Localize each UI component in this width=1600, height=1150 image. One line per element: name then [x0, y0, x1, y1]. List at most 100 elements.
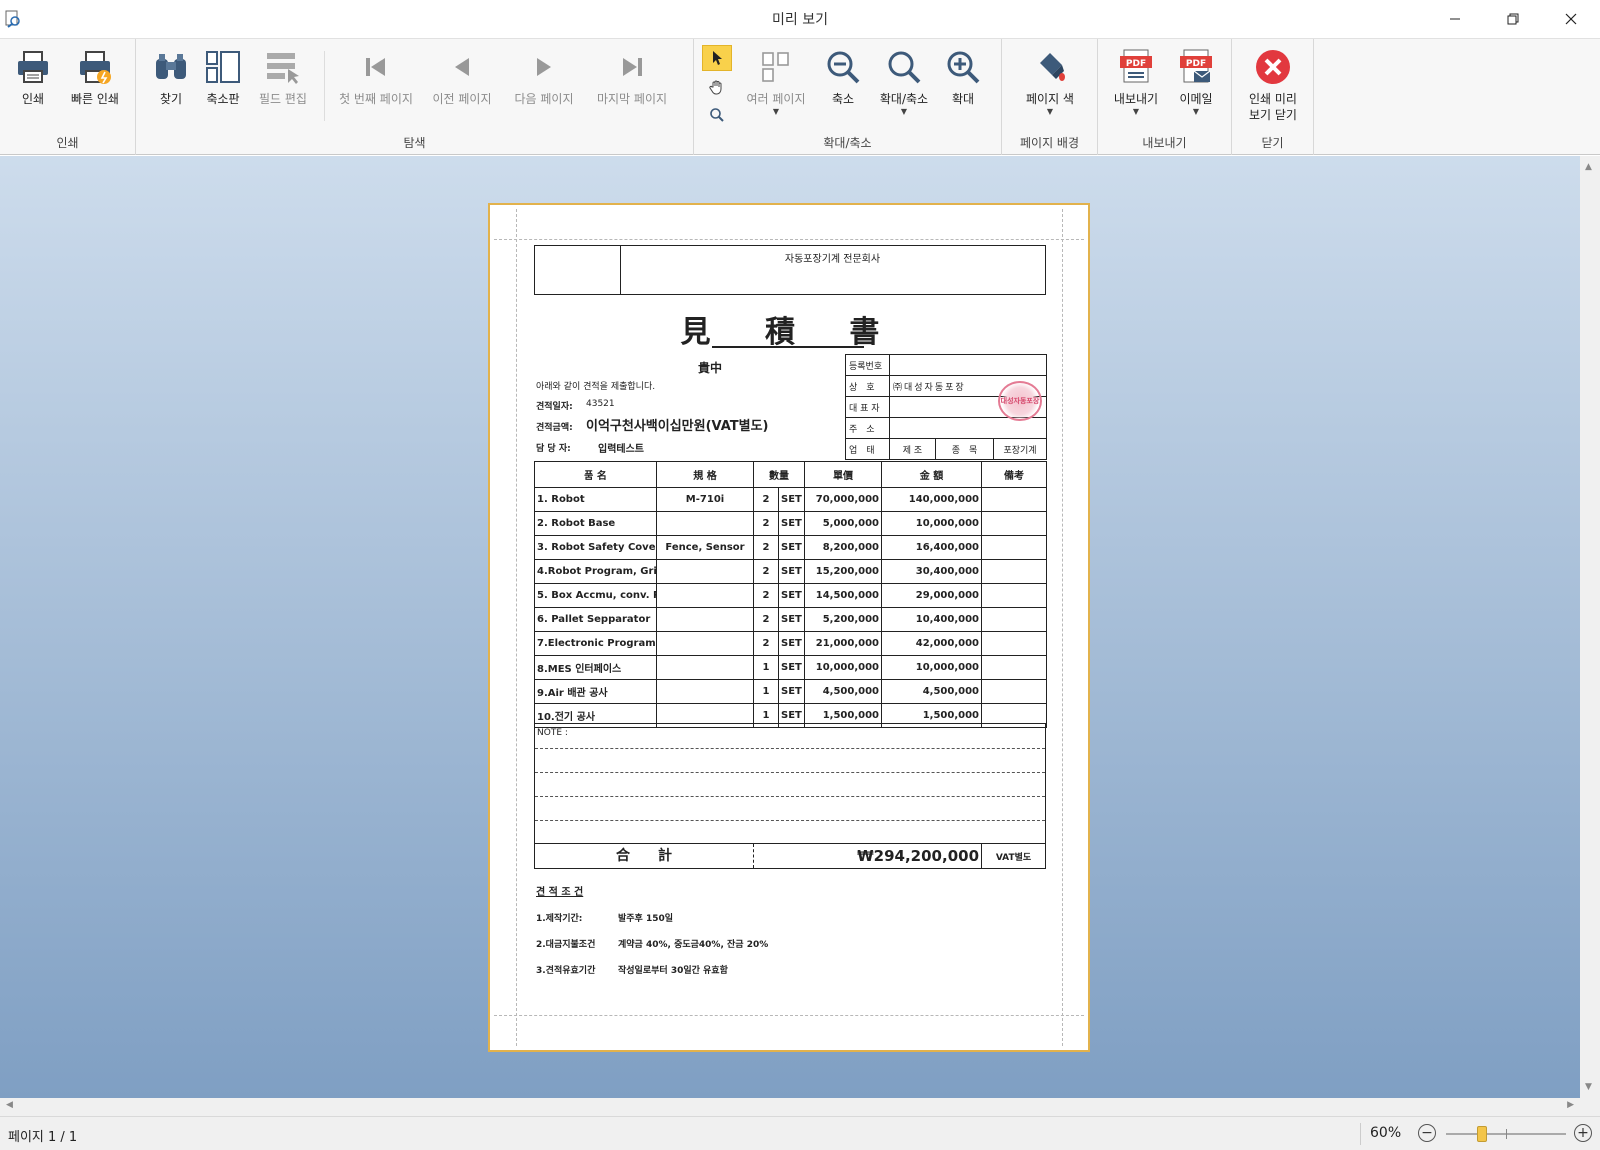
close-preview-button[interactable]: 인쇄 미리 보기 닫기	[1238, 47, 1308, 123]
address-label: 주 소	[845, 417, 890, 439]
first-page-button[interactable]: 첫 번째 페이지	[332, 47, 420, 107]
item-remark	[981, 559, 1047, 584]
item-amount: 42,000,000	[881, 631, 982, 656]
scroll-right-icon[interactable]: ▶	[1567, 1100, 1574, 1110]
zoom-in-small-button[interactable]: +	[1574, 1124, 1592, 1142]
export-group: PDF 내보내기 ▼ PDF 이메일 ▼ 내보내기	[1098, 39, 1232, 155]
paint-bucket-icon	[1030, 47, 1070, 87]
scroll-left-icon[interactable]: ◀	[6, 1100, 13, 1110]
item-amount: 10,000,000	[881, 655, 982, 680]
close-group: 인쇄 미리 보기 닫기 닫기	[1232, 39, 1314, 155]
next-page-label: 다음 페이지	[514, 92, 574, 106]
document-title: 見 積 書	[680, 315, 902, 350]
restore-button[interactable]	[1484, 0, 1542, 38]
close-window-button[interactable]	[1542, 0, 1600, 38]
total-value: ₩294,200,000	[754, 844, 982, 868]
company-header: 자동포장기계 전문회사	[784, 254, 881, 265]
header-qty: 數量	[753, 461, 805, 488]
business-item-label: 종 목	[935, 438, 994, 460]
item-amount: 10,400,000	[881, 607, 982, 632]
pdf-email-icon: PDF	[1176, 47, 1216, 87]
item-amount: 29,000,000	[881, 583, 982, 608]
items-body: 1. Robot M-710i 2 SET 70,000,000 140,000,000 2…	[534, 487, 1047, 728]
table-row: 8.MES 인터페이스 1 SET 10,000,000 10,000,000	[534, 655, 1047, 680]
chevron-down-icon: ▼	[1046, 107, 1054, 116]
item-name: 1. Robot	[534, 487, 657, 512]
header-unit-price: 單價	[804, 461, 882, 488]
item-spec: M-710i	[656, 487, 754, 512]
close-preview-label-line2: 보기 닫기	[1249, 108, 1297, 122]
item-unit-price: 4,500,000	[804, 679, 882, 704]
item-spec	[656, 607, 754, 632]
amount-text: 이억구천사백이십만원(VAT별도)	[586, 419, 769, 434]
separator	[324, 51, 325, 121]
pdf-export-icon: PDF	[1116, 47, 1156, 87]
item-qty: 2	[753, 487, 779, 512]
item-remark	[981, 583, 1047, 608]
scroll-up-icon[interactable]: ▲	[1585, 162, 1592, 172]
margin-guide	[494, 239, 1084, 240]
export-button[interactable]: PDF 내보내기 ▼	[1106, 47, 1166, 116]
prev-page-button[interactable]: 이전 페이지	[424, 47, 500, 107]
item-qty: 2	[753, 559, 779, 584]
field-edit-button[interactable]: 필드 편집	[252, 47, 314, 107]
zoom-out-small-button[interactable]: −	[1418, 1124, 1436, 1142]
minimize-button[interactable]	[1426, 0, 1484, 38]
item-unit-price: 21,000,000	[804, 631, 882, 656]
zoom-slider-thumb[interactable]	[1477, 1126, 1487, 1142]
item-qty: 2	[753, 535, 779, 560]
pointer-tool[interactable]	[702, 45, 732, 71]
magnifier-tool[interactable]	[702, 102, 732, 128]
item-unit-price: 10,000,000	[804, 655, 882, 680]
chevron-down-icon: ▼	[772, 107, 780, 116]
condition-label: 2.대금지불조건	[536, 940, 596, 950]
total-label: 合 計	[535, 844, 754, 868]
export-label: 내보내기	[1113, 92, 1159, 106]
zoom-percentage: 60%	[1370, 1125, 1402, 1141]
next-page-button[interactable]: 다음 페이지	[506, 47, 582, 107]
hand-icon	[709, 80, 722, 95]
hand-tool[interactable]	[702, 74, 732, 100]
page-color-button[interactable]: 페이지 색 ▼	[1018, 47, 1082, 116]
find-button[interactable]: 찾기	[148, 47, 194, 107]
printer-icon	[13, 47, 53, 87]
total-row: 合 計 ₩294,200,000 VAT별도	[534, 843, 1046, 869]
email-button[interactable]: PDF 이메일 ▼	[1168, 47, 1224, 116]
manager-name: 입력테스트	[598, 444, 644, 455]
export-group-label: 내보내기	[1142, 136, 1187, 150]
margin-guide	[494, 1015, 1084, 1016]
quick-print-icon	[75, 47, 115, 87]
horizontal-scrollbar[interactable]: ◀ ▶	[0, 1098, 1580, 1116]
zoom-button[interactable]: 확대/축소 ▼	[872, 47, 936, 116]
multi-page-button[interactable]: 여러 페이지 ▼	[738, 47, 814, 116]
item-qty: 2	[753, 631, 779, 656]
chevron-down-icon: ▼	[900, 107, 908, 116]
email-label: 이메일	[1179, 92, 1213, 106]
scroll-down-icon[interactable]: ▼	[1585, 1082, 1592, 1092]
zoom-slider[interactable]	[1446, 1126, 1566, 1142]
print-button[interactable]: 인쇄	[8, 47, 58, 107]
item-name: 6. Pallet Sepparator	[534, 607, 657, 632]
zoom-out-label: 축소	[831, 92, 855, 106]
table-row: 5. Box Accmu, conv. P 2 SET 14,500,000 29,00…	[534, 583, 1047, 608]
item-spec	[656, 511, 754, 536]
zoom-in-label: 확대	[951, 92, 975, 106]
page-indicator: 페이지 1 / 1	[8, 1130, 78, 1145]
item-unit: SET	[778, 631, 805, 656]
page-background-group-label: 페이지 배경	[1019, 136, 1079, 150]
zoom-out-button[interactable]: 축소	[820, 47, 866, 107]
thumbnail-button[interactable]: 축소판	[200, 47, 246, 107]
field-edit-label: 필드 편집	[259, 92, 307, 106]
zoom-group-label: 확대/축소	[823, 136, 872, 150]
note-box: NOTE :	[534, 723, 1046, 843]
vertical-scrollbar[interactable]: ▲ ▼	[1580, 156, 1600, 1098]
condition-label: 3.견적유효기간	[536, 966, 596, 976]
item-qty: 1	[753, 679, 779, 704]
item-unit: SET	[778, 535, 805, 560]
zoom-in-button[interactable]: 확대	[940, 47, 986, 107]
title-underline	[712, 346, 864, 348]
last-page-button[interactable]: 마지막 페이지	[588, 47, 676, 107]
preview-workspace[interactable]: 자동포장기계 전문회사 見 積 書 貴中 아래와 같이 견적을 제출합니다. 견…	[0, 156, 1580, 1098]
condition-label: 1.제작기간:	[536, 914, 583, 924]
quick-print-button[interactable]: 빠른 인쇄	[64, 47, 126, 107]
